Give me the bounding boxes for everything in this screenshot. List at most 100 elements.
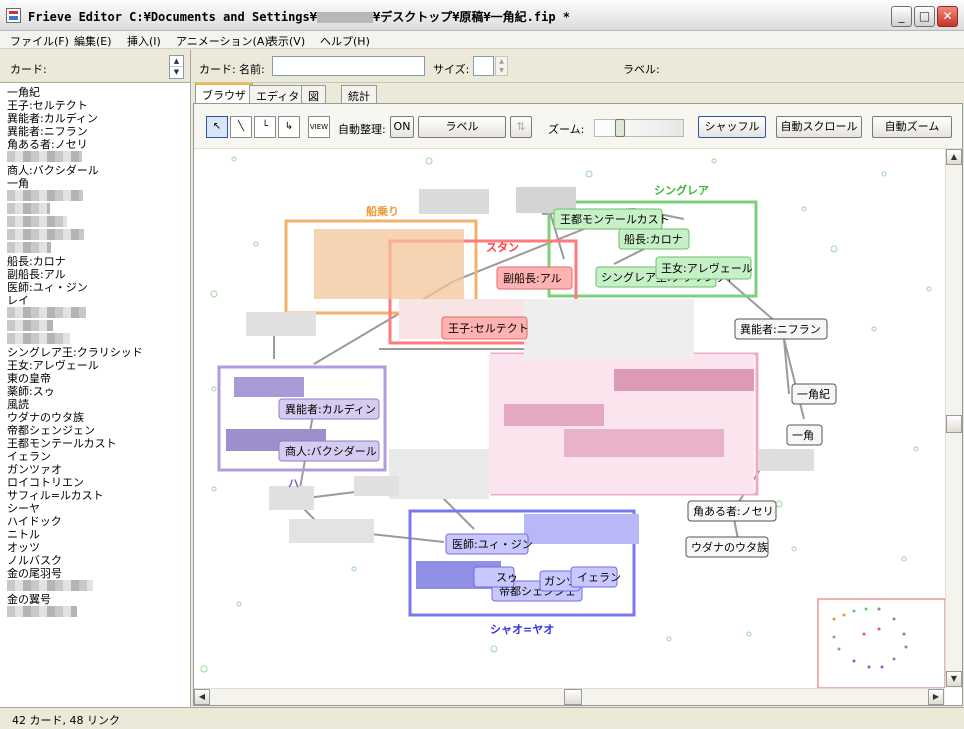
card-graph-canvas[interactable]: シングレア 船乗り スタン シャオ=ヤオ ハ 王都モンテールカスト 船長:カロナ… (194, 149, 945, 688)
label-button[interactable]: ラベル (418, 116, 506, 138)
card-list-item[interactable]: ノルバスク (7, 554, 62, 567)
card-list-item[interactable]: 角ある者:ノセリ (7, 138, 88, 151)
redacted-card[interactable] (7, 307, 86, 318)
card-list-item[interactable]: 王都モンテールカスト (7, 437, 117, 450)
card-list-item[interactable]: オッツ (7, 541, 40, 554)
card-node[interactable]: 商人:バクシダール (278, 440, 380, 462)
card-node[interactable]: 医師:ユィ・ジン (445, 533, 533, 555)
card-list-item[interactable]: 金の尾羽号 (7, 567, 62, 580)
redacted-card[interactable] (7, 203, 50, 214)
size-input[interactable] (473, 56, 494, 76)
card-list-item[interactable]: 帝都シェンジェン (7, 424, 95, 437)
scroll-right-icon[interactable]: ▶ (928, 689, 944, 705)
redacted-card[interactable] (7, 151, 82, 162)
shuffle-button[interactable]: シャッフル (698, 116, 766, 138)
vertical-scroll-thumb[interactable] (946, 415, 962, 433)
card-node[interactable]: 王子:セルテクト (441, 316, 529, 340)
tab-statistics[interactable]: 統計 (341, 85, 377, 103)
card-list-item[interactable]: 金の翼号 (7, 593, 51, 606)
card-node[interactable]: 角ある者:ノセリ (687, 500, 777, 522)
card-list-item[interactable]: 商人:バクシダール (7, 164, 99, 177)
close-button[interactable]: ✕ (937, 6, 958, 27)
redacted-card[interactable] (7, 190, 83, 201)
menu-insert[interactable]: 挿入(I) (127, 33, 161, 49)
tab-figure[interactable]: 図 (301, 85, 326, 103)
scroll-left-icon[interactable]: ◀ (194, 689, 210, 705)
card-node[interactable]: 船長:カロナ (618, 228, 690, 250)
card-list-item[interactable]: 船長:カロナ (7, 255, 66, 268)
auto-scroll-button[interactable]: 自動スクロール (776, 116, 862, 138)
size-stepper[interactable]: ▲ ▼ (495, 56, 508, 76)
minimize-button[interactable]: _ (891, 6, 912, 27)
redacted-card[interactable] (7, 216, 67, 227)
scroll-down-icon[interactable]: ▼ (946, 671, 962, 687)
horizontal-scrollbar[interactable]: ◀ ▶ (194, 688, 945, 705)
name-input[interactable] (272, 56, 425, 76)
card-node[interactable]: 副船長:アル (496, 266, 573, 290)
redacted-card[interactable] (7, 333, 70, 344)
redacted-card[interactable] (7, 229, 84, 240)
tab-editor[interactable]: エディタ (249, 85, 307, 103)
maximize-button[interactable]: □ (914, 6, 935, 27)
link-bend-tool-button[interactable]: ↳ (278, 116, 300, 138)
card-list-item[interactable]: サフィル=ルカスト (7, 489, 104, 502)
card-list-item[interactable]: 東の皇帝 (7, 372, 51, 385)
card-list-item[interactable]: 副船長:アル (7, 268, 66, 281)
card-sort-spinner[interactable]: ▲ ▼ (169, 55, 184, 79)
card-list-item[interactable]: ニトル (7, 528, 40, 541)
card-node[interactable]: スゥ (473, 566, 518, 588)
card-list-item[interactable]: 王子:セルテクト (7, 99, 88, 112)
chevron-down-icon[interactable]: ▼ (170, 67, 183, 78)
redacted-card[interactable] (7, 320, 53, 331)
card-node[interactable]: 異能者:ニフラン (734, 318, 828, 340)
card-node[interactable]: 異能者:カルディン (278, 398, 380, 420)
menu-view[interactable]: 表示(V) (267, 33, 305, 49)
auto-zoom-button[interactable]: 自動ズーム (872, 116, 952, 138)
card-graph-svg[interactable]: シングレア 船乗り スタン シャオ=ヤオ ハ 王都モンテールカスト 船長:カロナ… (194, 149, 945, 688)
menu-file[interactable]: ファイル(F) (10, 33, 69, 49)
card-node[interactable]: ウダナのウタ族 (685, 536, 769, 558)
card-list-item[interactable]: 医師:ユィ・ジン (7, 281, 88, 294)
card-list-item[interactable]: 風読 (7, 398, 29, 411)
vertical-scrollbar[interactable]: ▲ ▼ (945, 149, 962, 688)
card-list-item[interactable]: 一角 (7, 177, 29, 190)
redacted-card[interactable] (7, 606, 77, 617)
link-tool-button[interactable]: ╲ (230, 116, 252, 138)
zoom-slider[interactable] (594, 119, 684, 137)
card-list[interactable]: 一角紀 王子:セルテクト 異能者:カルディン 異能者:ニフラン 角ある者:ノセリ 商人:バ… (0, 84, 190, 674)
card-node[interactable]: 王女:アレヴェール (655, 256, 753, 280)
card-list-item[interactable]: レイ (7, 294, 29, 307)
swap-icon[interactable]: ⇅ (510, 116, 532, 138)
scroll-up-icon[interactable]: ▲ (946, 149, 962, 165)
view-button[interactable]: VIEW (308, 116, 330, 138)
tab-browser[interactable]: ブラウザ (195, 83, 253, 104)
menu-animation[interactable]: アニメーション(A) (176, 33, 269, 49)
card-list-item[interactable]: ガンツァオ (7, 463, 62, 476)
zoom-slider-thumb[interactable] (614, 119, 625, 137)
card-list-item[interactable]: 異能者:カルディン (7, 112, 98, 125)
chevron-up-icon[interactable]: ▲ (170, 56, 183, 67)
card-list-item[interactable]: シングレア王:クラリシッド (7, 346, 143, 359)
redacted-card[interactable] (7, 242, 51, 253)
select-tool-button[interactable]: ↖ (206, 116, 228, 138)
card-list-item[interactable]: ウダナのウタ族 (7, 411, 84, 424)
menu-edit[interactable]: 編集(E) (74, 33, 112, 49)
redacted-card[interactable] (7, 580, 93, 591)
card-list-item[interactable]: 一角紀 (7, 86, 40, 99)
card-node[interactable]: 一角 (786, 424, 823, 446)
card-list-item[interactable]: ハイドック (7, 515, 62, 528)
card-list-item[interactable]: 王女:アレヴェール (7, 359, 99, 372)
menu-help[interactable]: ヘルプ(H) (320, 33, 370, 49)
horizontal-scroll-thumb[interactable] (564, 689, 582, 705)
auto-arrange-on-button[interactable]: ON (390, 116, 414, 138)
card-list-item[interactable]: シーヤ (7, 502, 40, 515)
minimap[interactable] (817, 598, 945, 688)
card-list-item[interactable]: イェラン (7, 450, 51, 463)
card-node[interactable]: 一角紀 (791, 383, 837, 405)
card-node[interactable]: 王都モンテールカスト (553, 208, 670, 230)
link-arrow-tool-button[interactable]: └ (254, 116, 276, 138)
card-list-item[interactable]: 異能者:ニフラン (7, 125, 88, 138)
card-list-item[interactable]: ロイコトリエン (7, 476, 84, 489)
card-list-item[interactable]: 薬師:スゥ (7, 385, 55, 398)
card-node[interactable]: イェラン (570, 566, 621, 588)
